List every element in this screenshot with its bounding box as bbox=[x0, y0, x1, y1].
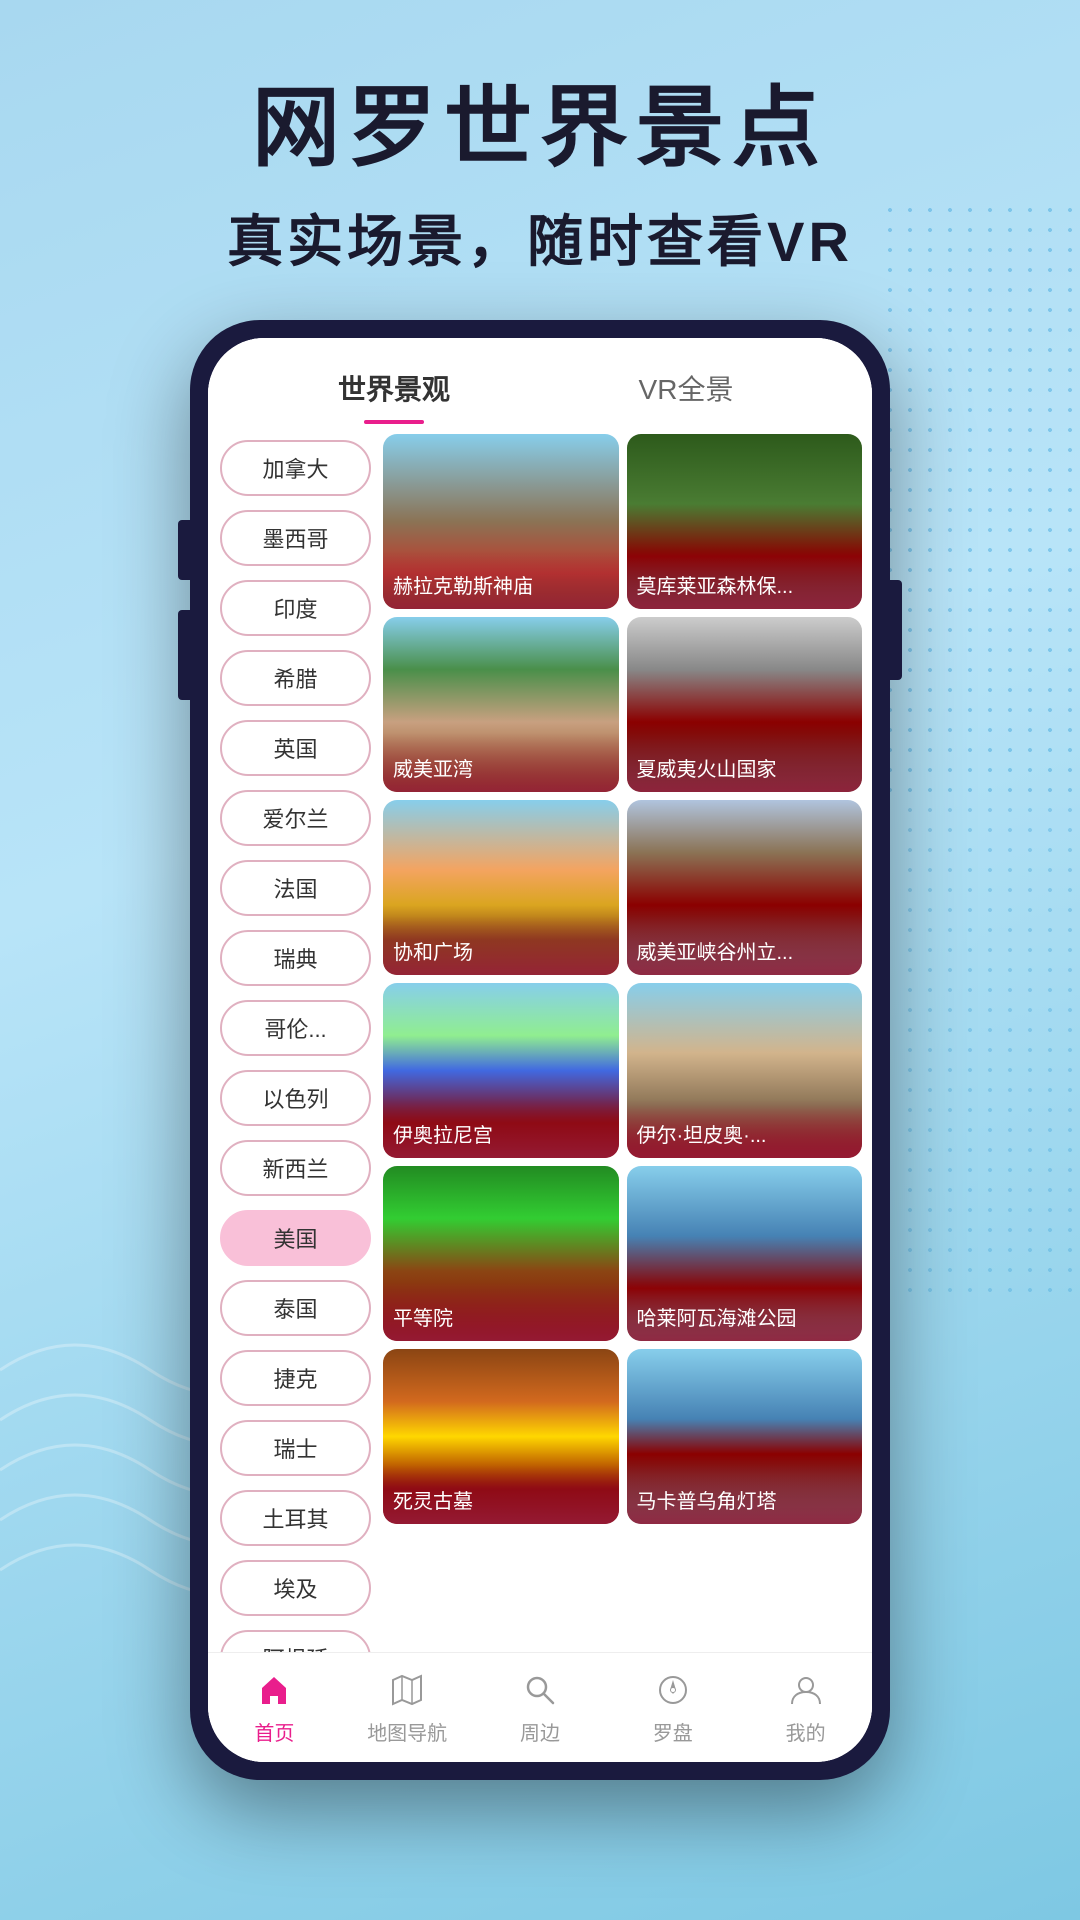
grid-area: 赫拉克勒斯神庙 莫库莱亚森林保... 威美亚湾 bbox=[383, 424, 872, 1652]
scene-label-sea: 哈莱阿瓦海滩公园 bbox=[627, 1282, 863, 1341]
compass-icon bbox=[652, 1669, 694, 1711]
phone-btn-power bbox=[890, 580, 902, 680]
phone-screen: 世界景观 VR全景 加拿大 墨西哥 印度 希腊 英国 爱尔兰 法国 瑞典 bbox=[208, 338, 872, 1762]
grid-item-canyon[interactable]: 威美亚峡谷州立... bbox=[627, 800, 863, 975]
sidebar-item-canada[interactable]: 加拿大 bbox=[220, 440, 371, 496]
sidebar-item-newzealand[interactable]: 新西兰 bbox=[220, 1140, 371, 1196]
scene-label-canyon: 威美亚峡谷州立... bbox=[627, 916, 863, 975]
nav-label-nearby: 周边 bbox=[520, 1717, 560, 1746]
tab-world-views[interactable]: 世界景观 bbox=[248, 368, 540, 424]
app-content: 世界景观 VR全景 加拿大 墨西哥 印度 希腊 英国 爱尔兰 法国 瑞典 bbox=[208, 338, 872, 1762]
header-section: 网罗世界景点 真实场景，随时查看VR bbox=[0, 0, 1080, 278]
home-icon bbox=[253, 1669, 295, 1711]
nav-item-map[interactable]: 地图导航 bbox=[341, 1669, 474, 1746]
phone-mockup: 世界景观 VR全景 加拿大 墨西哥 印度 希腊 英国 爱尔兰 法国 瑞典 bbox=[190, 320, 890, 1780]
sidebar-item-turkey[interactable]: 土耳其 bbox=[220, 1490, 371, 1546]
main-area: 加拿大 墨西哥 印度 希腊 英国 爱尔兰 法国 瑞典 哥伦... 以色列 新西兰… bbox=[208, 424, 872, 1652]
sidebar-item-uk[interactable]: 英国 bbox=[220, 720, 371, 776]
sidebar-item-sweden[interactable]: 瑞典 bbox=[220, 930, 371, 986]
tabs-row: 世界景观 VR全景 bbox=[208, 338, 872, 424]
sidebar-item-argentina[interactable]: 阿根廷 bbox=[220, 1630, 371, 1652]
scene-label-tomb: 死灵古墓 bbox=[383, 1465, 619, 1524]
grid-item-temple[interactable]: 协和广场 bbox=[383, 800, 619, 975]
scene-label-lighthouse: 马卡普乌角灯塔 bbox=[627, 1465, 863, 1524]
nav-item-home[interactable]: 首页 bbox=[208, 1669, 341, 1746]
scene-label-beach: 威美亚湾 bbox=[383, 733, 619, 792]
nav-label-profile: 我的 bbox=[786, 1717, 826, 1746]
nav-item-nearby[interactable]: 周边 bbox=[474, 1669, 607, 1746]
scene-label-hercules: 赫拉克勒斯神庙 bbox=[383, 550, 619, 609]
nav-label-compass: 罗盘 bbox=[653, 1717, 693, 1746]
grid-item-hercules[interactable]: 赫拉克勒斯神庙 bbox=[383, 434, 619, 609]
grid-item-beach[interactable]: 威美亚湾 bbox=[383, 617, 619, 792]
sidebar-item-israel[interactable]: 以色列 bbox=[220, 1070, 371, 1126]
phone-btn-volume-down bbox=[178, 610, 190, 700]
sidebar-item-thailand[interactable]: 泰国 bbox=[220, 1280, 371, 1336]
search-icon bbox=[519, 1669, 561, 1711]
tab-vr-panorama[interactable]: VR全景 bbox=[540, 368, 832, 424]
grid-item-sea[interactable]: 哈莱阿瓦海滩公园 bbox=[627, 1166, 863, 1341]
grid-item-palace[interactable]: 伊奥拉尼宫 bbox=[383, 983, 619, 1158]
nav-item-profile[interactable]: 我的 bbox=[739, 1669, 872, 1746]
scene-grid: 赫拉克勒斯神庙 莫库莱亚森林保... 威美亚湾 bbox=[383, 434, 862, 1524]
scene-label-ruins: 伊尔·坦皮奥·... bbox=[627, 1099, 863, 1158]
sidebar-item-usa[interactable]: 美国 bbox=[220, 1210, 371, 1266]
sidebar-item-czech[interactable]: 捷克 bbox=[220, 1350, 371, 1406]
sub-title: 真实场景，随时查看VR bbox=[0, 197, 1080, 278]
scene-label-temple: 协和广场 bbox=[383, 916, 619, 975]
nav-label-home: 首页 bbox=[254, 1717, 294, 1746]
nav-label-map: 地图导航 bbox=[367, 1717, 447, 1746]
sidebar-item-greece[interactable]: 希腊 bbox=[220, 650, 371, 706]
sidebar-item-switzerland[interactable]: 瑞士 bbox=[220, 1420, 371, 1476]
sidebar-item-france[interactable]: 法国 bbox=[220, 860, 371, 916]
grid-item-lighthouse[interactable]: 马卡普乌角灯塔 bbox=[627, 1349, 863, 1524]
sidebar-item-india[interactable]: 印度 bbox=[220, 580, 371, 636]
grid-item-volcano[interactable]: 夏威夷火山国家 bbox=[627, 617, 863, 792]
scene-label-volcano: 夏威夷火山国家 bbox=[627, 733, 863, 792]
scene-label-temple2: 平等院 bbox=[383, 1282, 619, 1341]
bottom-nav: 首页 地图导航 bbox=[208, 1652, 872, 1762]
grid-item-temple2[interactable]: 平等院 bbox=[383, 1166, 619, 1341]
user-icon bbox=[785, 1669, 827, 1711]
dots-decoration-top bbox=[880, 200, 1080, 800]
main-title: 网罗世界景点 bbox=[0, 80, 1080, 177]
grid-item-forest[interactable]: 莫库莱亚森林保... bbox=[627, 434, 863, 609]
sidebar-item-colombia[interactable]: 哥伦... bbox=[220, 1000, 371, 1056]
grid-item-ruins[interactable]: 伊尔·坦皮奥·... bbox=[627, 983, 863, 1158]
phone-btn-volume-up bbox=[178, 520, 190, 580]
nav-item-compass[interactable]: 罗盘 bbox=[606, 1669, 739, 1746]
sidebar: 加拿大 墨西哥 印度 希腊 英国 爱尔兰 法国 瑞典 哥伦... 以色列 新西兰… bbox=[208, 424, 383, 1652]
map-icon bbox=[386, 1669, 428, 1711]
scene-label-forest: 莫库莱亚森林保... bbox=[627, 550, 863, 609]
sidebar-item-mexico[interactable]: 墨西哥 bbox=[220, 510, 371, 566]
phone-outer: 世界景观 VR全景 加拿大 墨西哥 印度 希腊 英国 爱尔兰 法国 瑞典 bbox=[190, 320, 890, 1780]
dots-decoration-bottom bbox=[900, 800, 1080, 1300]
sidebar-item-ireland[interactable]: 爱尔兰 bbox=[220, 790, 371, 846]
scene-label-palace: 伊奥拉尼宫 bbox=[383, 1099, 619, 1158]
sidebar-item-egypt[interactable]: 埃及 bbox=[220, 1560, 371, 1616]
grid-item-tomb[interactable]: 死灵古墓 bbox=[383, 1349, 619, 1524]
